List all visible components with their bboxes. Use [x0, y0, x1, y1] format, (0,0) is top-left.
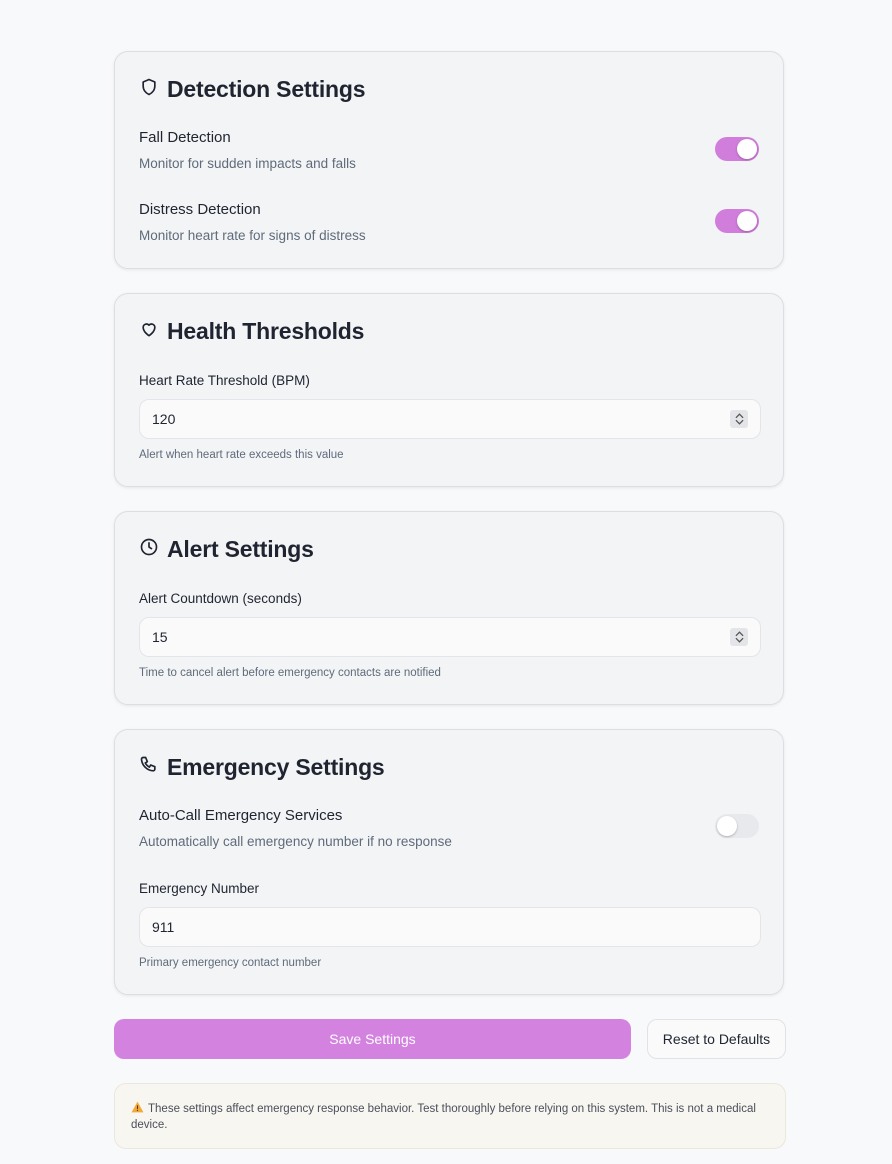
health-thresholds-title: Health Thresholds: [167, 318, 365, 344]
distress-detection-desc: Monitor heart rate for signs of distress: [139, 228, 366, 243]
chevron-down-icon: [734, 419, 744, 425]
warning-icon: [131, 1101, 144, 1113]
heart-rate-threshold-value: 120: [152, 411, 176, 427]
fall-detection-desc: Monitor for sudden impacts and falls: [139, 156, 356, 171]
detection-settings-card: Detection Settings Fall Detection Monito…: [114, 51, 784, 269]
toggle-knob: [737, 211, 757, 231]
warning-notice: These settings affect emergency response…: [114, 1083, 786, 1149]
emergency-number-label: Emergency Number: [139, 881, 260, 896]
detection-settings-header: Detection Settings: [139, 76, 366, 103]
health-thresholds-card: Health Thresholds Heart Rate Threshold (…: [114, 293, 784, 487]
shield-icon: [139, 76, 159, 103]
emergency-settings-header: Emergency Settings: [139, 754, 385, 781]
distress-detection-title: Distress Detection: [139, 201, 261, 218]
alert-countdown-help: Time to cancel alert before emergency co…: [139, 667, 441, 679]
fall-detection-toggle[interactable]: [715, 137, 759, 161]
auto-call-toggle[interactable]: [715, 814, 759, 838]
emergency-number-value: 911: [152, 919, 175, 935]
emergency-number-help: Primary emergency contact number: [139, 957, 322, 969]
fall-detection-title: Fall Detection: [139, 129, 231, 146]
phone-icon: [139, 754, 159, 781]
alert-settings-header: Alert Settings: [139, 536, 314, 563]
auto-call-title: Auto-Call Emergency Services: [139, 807, 343, 824]
clock-icon: [139, 536, 159, 563]
chevron-down-icon: [734, 637, 744, 643]
warning-text: These settings affect emergency response…: [131, 1103, 756, 1131]
toggle-knob: [717, 816, 737, 836]
health-thresholds-header: Health Thresholds: [139, 318, 364, 345]
alert-settings-card: Alert Settings Alert Countdown (seconds)…: [114, 511, 784, 705]
settings-page: Detection Settings Fall Detection Monito…: [0, 0, 892, 1164]
alert-countdown-label: Alert Countdown (seconds): [139, 591, 302, 606]
toggle-knob: [737, 139, 757, 159]
save-settings-button[interactable]: Save Settings: [114, 1019, 631, 1059]
distress-detection-toggle[interactable]: [715, 209, 759, 233]
auto-call-desc: Automatically call emergency number if n…: [139, 834, 452, 849]
emergency-settings-title: Emergency Settings: [167, 754, 385, 780]
detection-settings-title: Detection Settings: [167, 76, 366, 102]
heart-rate-threshold-label: Heart Rate Threshold (BPM): [139, 373, 310, 388]
number-spinner[interactable]: [730, 410, 748, 428]
reset-defaults-button[interactable]: Reset to Defaults: [647, 1019, 786, 1059]
alert-settings-title: Alert Settings: [167, 536, 314, 562]
emergency-number-input[interactable]: 911: [139, 907, 761, 947]
alert-countdown-value: 15: [152, 629, 168, 645]
heart-icon: [139, 318, 159, 345]
number-spinner[interactable]: [730, 628, 748, 646]
heart-rate-threshold-input[interactable]: 120: [139, 399, 761, 439]
emergency-settings-card: Emergency Settings Auto-Call Emergency S…: [114, 729, 784, 995]
alert-countdown-input[interactable]: 15: [139, 617, 761, 657]
heart-rate-threshold-help: Alert when heart rate exceeds this value: [139, 449, 344, 461]
